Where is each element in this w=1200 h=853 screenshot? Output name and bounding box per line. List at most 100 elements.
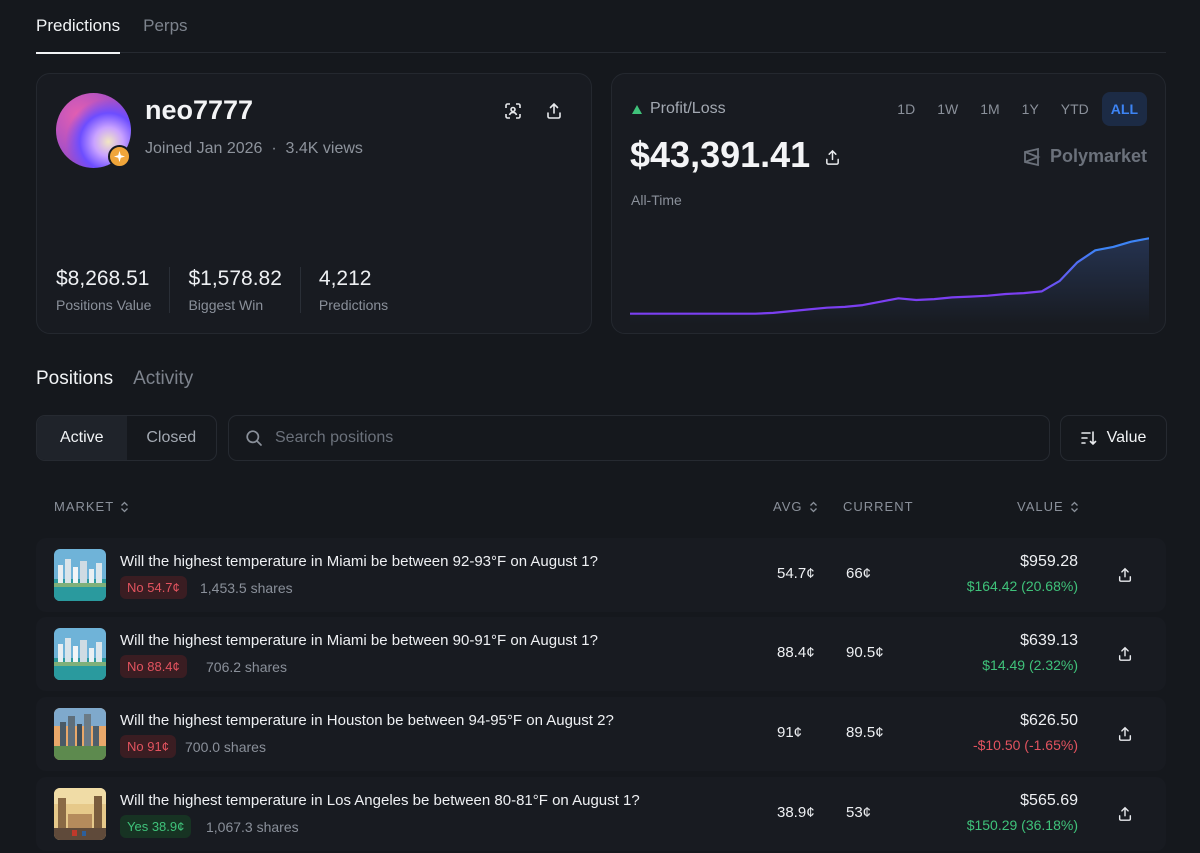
range-1w[interactable]: 1W [928, 92, 967, 126]
search-box [228, 415, 1050, 461]
position-value: $959.28 [1020, 553, 1078, 570]
market-thumbnail-miami [54, 549, 106, 601]
share-icon [547, 102, 561, 119]
tab-positions[interactable]: Positions [36, 368, 113, 390]
sort-button[interactable]: Value [1060, 415, 1167, 461]
outcome-pill: No 54.7¢ [120, 576, 187, 599]
table-row[interactable]: Will the highest temperature in Houston … [36, 697, 1166, 771]
shares-count: 1,453.5 shares [200, 580, 293, 596]
market-thumbnail-miami [54, 628, 106, 680]
scan-user-icon [505, 103, 521, 119]
market-question[interactable]: Will the highest temperature in Miami be… [120, 553, 598, 570]
market-thumbnail-houston [54, 708, 106, 760]
position-value: $639.13 [1020, 632, 1078, 649]
range-1y[interactable]: 1Y [1013, 92, 1048, 126]
tab-activity[interactable]: Activity [133, 368, 193, 390]
pnl-title-label: Profit/Loss [650, 100, 726, 117]
share-position-button[interactable] [1112, 721, 1138, 747]
share-position-button[interactable] [1112, 562, 1138, 588]
market-question[interactable]: Will the highest temperature in Los Ange… [120, 792, 640, 809]
search-input[interactable] [275, 429, 975, 447]
status-filter: Active Closed [36, 415, 217, 461]
stat-biggest-win: $1,578.82 Biggest Win [188, 267, 301, 313]
table-row[interactable]: Will the highest temperature in Miami be… [36, 617, 1166, 691]
scan-profile-button[interactable] [500, 98, 526, 124]
profile-card: neo7777 Joined Jan 2026 · 3.4K views $8,… [36, 73, 592, 334]
share-icon [1118, 646, 1132, 661]
pnl-card: Profit/Loss 1D 1W 1M 1Y YTD ALL $43,391.… [611, 73, 1166, 334]
pnl-title: Profit/Loss [632, 100, 726, 118]
sort-label: Value [1106, 429, 1147, 446]
stat-label: Positions Value [56, 297, 152, 313]
column-label: MARKET [54, 499, 115, 514]
range-all[interactable]: ALL [1101, 92, 1147, 126]
section-tabs: Positions Activity [36, 368, 193, 390]
search-icon [246, 430, 262, 446]
avg-price: 91¢ [777, 724, 803, 741]
polymarket-icon [1024, 147, 1041, 166]
username: neo7777 [145, 95, 254, 125]
stat-label: Predictions [318, 297, 389, 313]
tab-predictions[interactable]: Predictions [36, 0, 121, 54]
stat-label: Biggest Win [188, 297, 264, 313]
market-question[interactable]: Will the highest temperature in Houston … [120, 712, 614, 729]
avg-price: 88.4¢ [777, 644, 815, 661]
range-ytd[interactable]: YTD [1052, 92, 1098, 126]
joined-date: Joined Jan 2026 [145, 140, 263, 157]
pnl-period: All-Time [631, 192, 682, 208]
share-pnl-button[interactable] [819, 144, 845, 170]
pnl-chart [630, 237, 1149, 324]
outcome-pill: No 91¢ [120, 735, 176, 758]
position-value: $626.50 [1020, 712, 1078, 729]
tab-perps[interactable]: Perps [143, 0, 187, 53]
position-value: $565.69 [1020, 792, 1078, 809]
range-selector: 1D 1W 1M 1Y YTD ALL [888, 92, 1147, 126]
market-thumbnail-los-angeles [54, 788, 106, 840]
current-price: 66¢ [846, 565, 872, 582]
profile-meta: Joined Jan 2026 · 3.4K views [145, 140, 363, 158]
current-price: 90.5¢ [846, 644, 884, 661]
column-label: VALUE [1017, 499, 1064, 514]
table-row[interactable]: Will the highest temperature in Los Ange… [36, 777, 1166, 851]
column-avg[interactable]: AVG [773, 499, 818, 514]
triangle-up-icon [632, 104, 642, 114]
position-change: $164.42 (20.68%) [966, 578, 1078, 594]
share-icon [1118, 726, 1132, 741]
stat-predictions: 4,212 Predictions [319, 267, 406, 313]
share-icon [1118, 567, 1132, 582]
stat-value: $8,268.51 [56, 267, 150, 290]
position-change: -$10.50 (-1.65%) [972, 737, 1078, 753]
column-current: CURRENT [843, 499, 914, 514]
stat-value: $1,578.82 [188, 267, 282, 290]
chart-area-fill [630, 238, 1149, 324]
outcome-pill: Yes 38.9¢ [120, 815, 192, 838]
share-position-button[interactable] [1112, 641, 1138, 667]
outcome-pill: No 88.4¢ [120, 655, 187, 678]
filter-active-button[interactable]: Active [37, 416, 127, 460]
profile-stats: $8,268.51 Positions Value $1,578.82 Bigg… [56, 267, 424, 313]
shares-count: 1,067.3 shares [206, 819, 299, 835]
brand-name: Polymarket [1049, 146, 1147, 166]
column-market[interactable]: MARKET [54, 499, 129, 514]
position-change: $150.29 (36.18%) [966, 817, 1078, 833]
stat-positions-value: $8,268.51 Positions Value [56, 267, 171, 313]
column-value[interactable]: VALUE [1017, 499, 1079, 514]
range-1m[interactable]: 1M [971, 92, 1008, 126]
top-tabs: Predictions Perps [36, 0, 1166, 54]
share-icon [825, 149, 839, 165]
table-row[interactable]: Will the highest temperature in Miami be… [36, 538, 1166, 612]
sort-arrows-icon [809, 501, 817, 512]
column-label: CURRENT [843, 499, 914, 514]
shares-count: 700.0 shares [185, 739, 266, 755]
share-position-button[interactable] [1112, 801, 1138, 827]
column-label: AVG [773, 499, 803, 514]
view-count: 3.4K views [285, 140, 363, 157]
range-1d[interactable]: 1D [888, 92, 924, 126]
position-change: $14.49 (2.32%) [982, 657, 1078, 673]
avg-price: 54.7¢ [777, 565, 815, 582]
market-question[interactable]: Will the highest temperature in Miami be… [120, 632, 598, 649]
table-header: MARKET AVG CURRENT VALUE [0, 499, 1200, 517]
filter-closed-button[interactable]: Closed [127, 416, 217, 460]
share-profile-button[interactable] [541, 98, 567, 124]
current-price: 53¢ [846, 804, 872, 821]
